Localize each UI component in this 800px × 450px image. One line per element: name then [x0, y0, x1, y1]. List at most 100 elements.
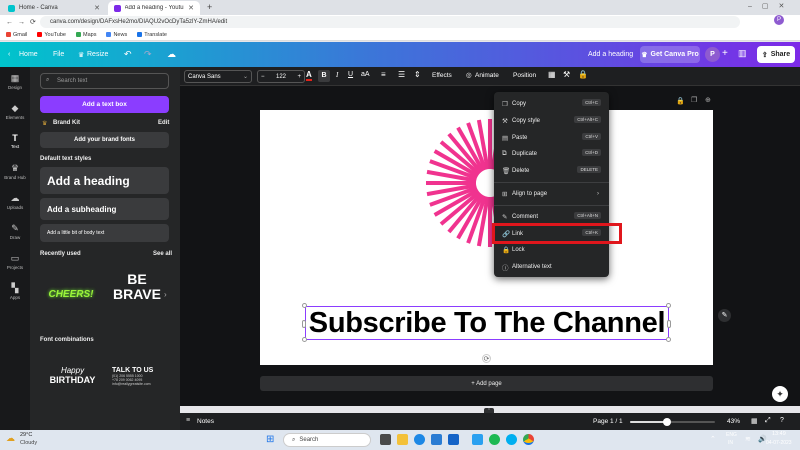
file-explorer-icon[interactable]	[397, 434, 408, 445]
chevron-up-icon[interactable]: ⌃	[484, 408, 494, 414]
menu-item-lock[interactable]: 🔒 Lock	[494, 243, 609, 257]
tab-home-canva[interactable]: Home - Canva ✕	[2, 1, 106, 15]
font-size-stepper[interactable]: − 122 +	[257, 70, 305, 83]
store-icon[interactable]	[431, 434, 442, 445]
add-brand-fonts-button[interactable]: Add your brand fonts	[40, 132, 169, 148]
transparency-icon[interactable]: ▦	[548, 70, 556, 79]
edge-icon[interactable]	[414, 434, 425, 445]
tray-chevron-icon[interactable]: ⌃	[710, 435, 716, 443]
position-button[interactable]: Position	[513, 72, 536, 79]
menu-item-paste[interactable]: ▤ Paste Ctrl+V	[494, 131, 609, 145]
app-icon[interactable]	[472, 434, 483, 445]
resize-handle[interactable]	[666, 337, 671, 342]
page-indicator[interactable]: Page 1 / 1	[593, 418, 623, 425]
resize-handle[interactable]	[302, 337, 307, 342]
mail-icon[interactable]	[448, 434, 459, 445]
skype-icon[interactable]	[506, 434, 517, 445]
resize-button[interactable]: Resize	[87, 51, 108, 58]
weather-temp[interactable]: 29°C	[20, 432, 32, 438]
bookmark-maps[interactable]: Maps	[76, 32, 96, 38]
underline-icon[interactable]: U	[348, 71, 353, 78]
carousel-next-icon[interactable]: ›	[164, 290, 167, 299]
headline-text-element[interactable]: Subscribe To The Channel	[305, 306, 669, 340]
menu-item-copy-style[interactable]: ⚒ Copy style Ctrl+Alt+C	[494, 114, 609, 128]
increase-size-button[interactable]: +	[297, 74, 301, 80]
resize-handle[interactable]	[666, 303, 671, 308]
nav-arrows-icon[interactable]: ←→⟳	[6, 18, 41, 26]
rail-text[interactable]: T Text	[0, 133, 30, 149]
spotify-icon[interactable]	[489, 434, 500, 445]
close-tab-icon[interactable]: ✕	[94, 4, 100, 12]
combo-happy-birthday[interactable]: Happy BIRTHDAY	[40, 352, 105, 402]
grid-view-icon[interactable]: ▦	[751, 417, 758, 425]
page-duplicate-icon[interactable]: ❐	[691, 96, 697, 104]
see-all-link[interactable]: See all	[153, 251, 172, 257]
list-icon[interactable]: ☰	[398, 70, 405, 79]
document-title[interactable]: Add a heading	[588, 51, 633, 58]
font-family-select[interactable]: Canva Sans ⌄	[184, 70, 252, 83]
align-icon[interactable]: ≡	[381, 70, 386, 79]
bookmark-translate[interactable]: Translate	[137, 32, 167, 38]
recent-style-cheers[interactable]: CHEERS!	[40, 266, 102, 322]
effects-button[interactable]: Effects	[432, 72, 452, 79]
brand-kit-edit-link[interactable]: Edit	[158, 120, 169, 126]
share-button[interactable]: ⇪ Share	[757, 46, 795, 63]
menu-item-duplicate[interactable]: ⧉ Duplicate Ctrl+D	[494, 147, 609, 161]
new-tab-icon[interactable]: +	[207, 2, 212, 12]
add-text-box-button[interactable]: Add a text box	[40, 96, 169, 113]
comment-bubble-icon[interactable]: ✎	[718, 309, 731, 322]
resize-handle[interactable]	[667, 320, 671, 328]
text-color-icon[interactable]: A	[306, 71, 312, 81]
bookmark-youtube[interactable]: YouTube	[37, 32, 66, 38]
zoom-slider-knob[interactable]	[662, 418, 671, 426]
get-canva-pro-button[interactable]: ♛ Get Canva Pro	[640, 46, 700, 63]
font-size-value[interactable]: 122	[276, 74, 286, 80]
rotate-icon[interactable]: ⟳	[482, 354, 491, 363]
bold-icon[interactable]: B	[318, 70, 330, 82]
rail-design[interactable]: ▦ Design	[0, 73, 30, 90]
notes-button[interactable]: Notes	[197, 418, 214, 425]
wifi-icon[interactable]: ≋	[745, 435, 751, 443]
rail-brand-hub[interactable]: ♛ Brand Hub	[0, 163, 30, 180]
add-subheading-button[interactable]: Add a subheading	[40, 198, 169, 220]
zoom-level[interactable]: 43%	[727, 418, 740, 425]
window-controls[interactable]: –▢✕	[748, 2, 794, 10]
rail-projects[interactable]: ▭ Projects	[0, 253, 30, 270]
add-body-text-button[interactable]: Add a little bit of body text	[40, 224, 169, 242]
page-add-icon[interactable]: ⊕	[705, 96, 711, 104]
help-icon[interactable]: ?	[780, 417, 784, 424]
profile-avatar[interactable]: P	[774, 15, 784, 25]
chrome-icon[interactable]	[523, 434, 534, 445]
add-page-button[interactable]: + Add page	[260, 376, 713, 391]
redo-icon[interactable]: ↷	[144, 49, 152, 60]
resize-handle[interactable]	[302, 303, 307, 308]
lock-icon[interactable]: 🔒	[578, 70, 588, 79]
spacing-icon[interactable]: ⇕	[414, 70, 421, 79]
animate-button[interactable]: Animate	[475, 72, 499, 79]
fullscreen-icon[interactable]: ⤢	[765, 417, 771, 425]
search-text-input[interactable]: ⌕ Search text	[40, 73, 169, 89]
menu-item-align-to-page[interactable]: ⊞ Align to page ›	[494, 187, 609, 201]
decrease-size-button[interactable]: −	[261, 74, 265, 80]
analytics-icon[interactable]: ▥	[738, 48, 747, 59]
rail-draw[interactable]: ✎ Draw	[0, 223, 30, 240]
add-heading-button[interactable]: Add a heading	[40, 167, 169, 194]
menu-item-comment[interactable]: ✎ Comment Ctrl+Alt+N	[494, 210, 609, 224]
add-collaborator-icon[interactable]: +	[722, 48, 728, 59]
case-icon[interactable]: aA	[361, 71, 370, 78]
language-code[interactable]: ENG	[726, 432, 737, 438]
recent-style-be-brave[interactable]: BE BRAVE	[108, 272, 166, 318]
page-lock-icon[interactable]: 🔒	[676, 97, 685, 105]
user-avatar[interactable]: P	[705, 47, 720, 62]
home-button[interactable]: Home	[19, 51, 38, 58]
italic-icon[interactable]: I	[336, 71, 338, 79]
menu-item-delete[interactable]: 🗑 Delete DELETE	[494, 164, 609, 178]
resize-handle[interactable]	[302, 320, 306, 328]
tab-add-a-heading[interactable]: Add a heading - Youtube Banner ✕	[108, 1, 200, 15]
menu-item-copy[interactable]: ❐ Copy Ctrl+C	[494, 97, 609, 111]
file-menu-button[interactable]: File	[53, 51, 64, 58]
clock-date[interactable]: 04-07-2023	[766, 440, 792, 446]
url-field[interactable]: canva.com/design/DAFxsHe2mo/DIAQU2vOcDyT…	[40, 16, 740, 28]
weather-desc[interactable]: Cloudy	[20, 440, 37, 446]
language-region[interactable]: IN	[728, 440, 733, 446]
